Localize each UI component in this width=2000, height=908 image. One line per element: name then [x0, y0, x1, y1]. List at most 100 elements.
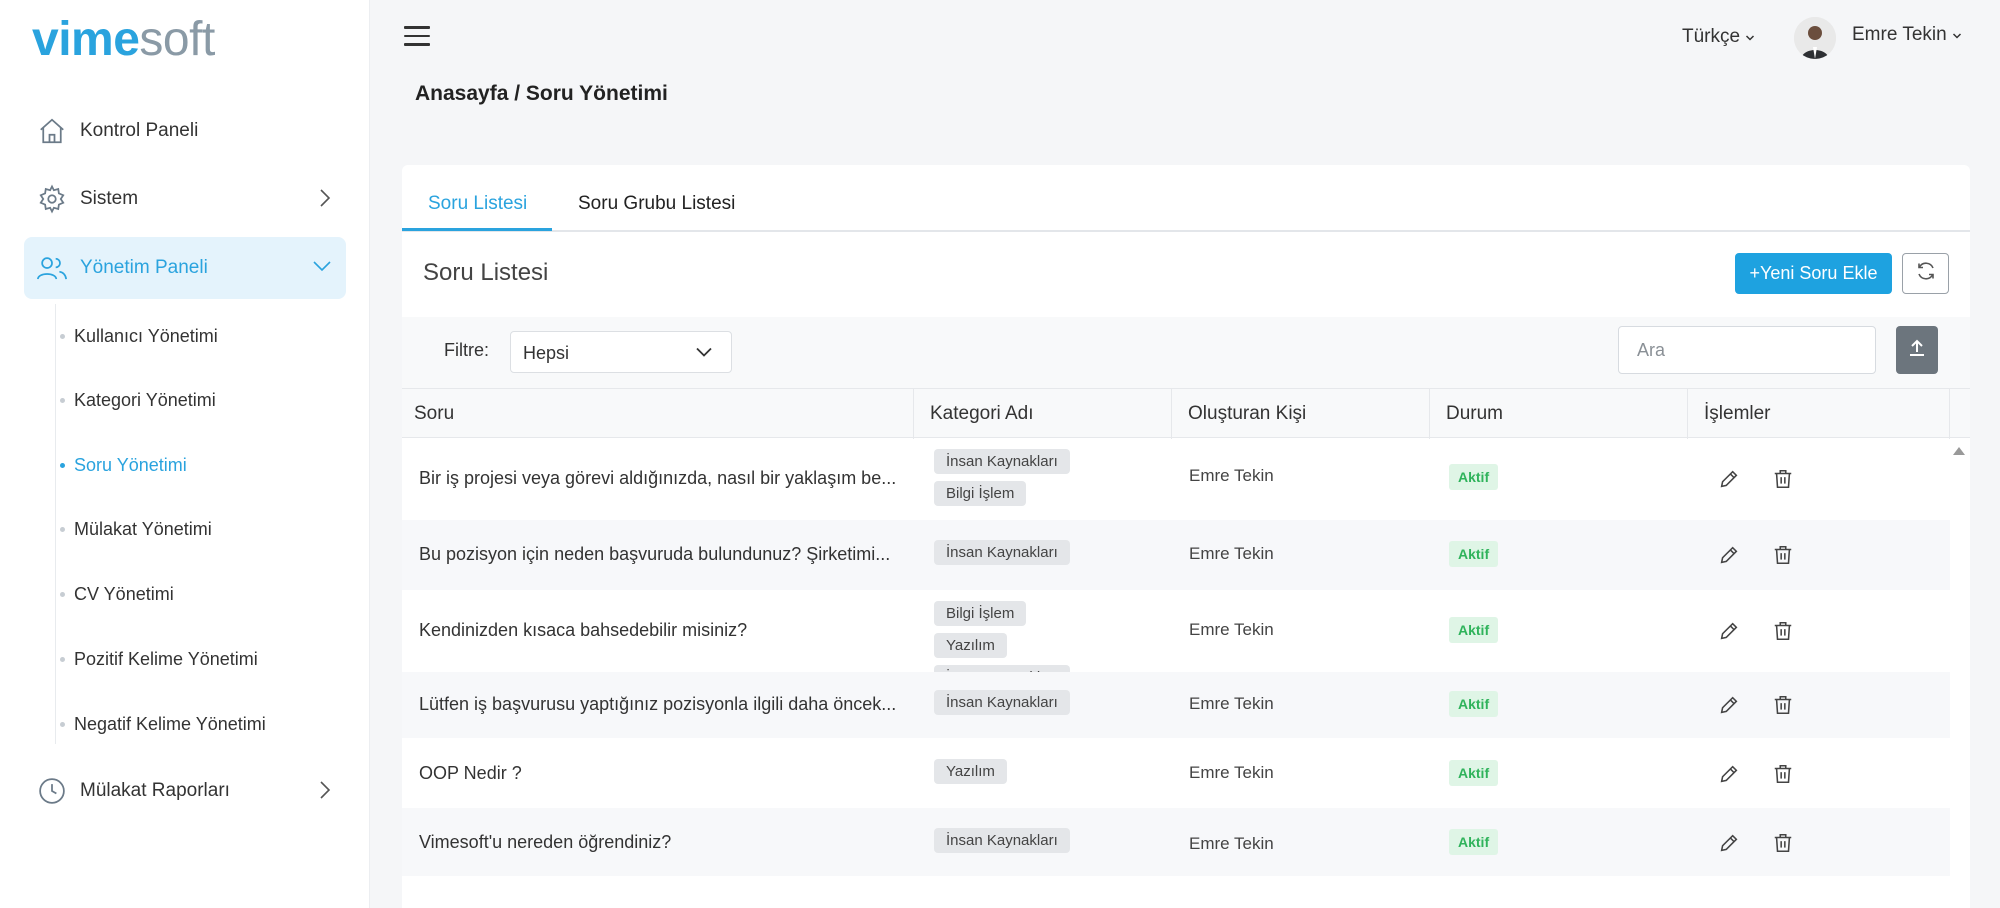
author-name: Emre Tekin — [1189, 466, 1274, 485]
subitem-label: Kullanıcı Yönetimi — [74, 325, 218, 346]
page-title: Soru Listesi — [423, 259, 549, 286]
tab-soru-grubu-listesi[interactable]: Soru Grubu Listesi — [578, 193, 735, 215]
question-text: Bu pozisyon için neden başvuruda bulundu… — [419, 544, 891, 564]
sidebar-item-mulakat-raporlari[interactable]: Mülakat Raporları — [24, 760, 346, 822]
add-question-button[interactable]: +Yeni Soru Ekle — [1735, 253, 1892, 294]
refresh-button[interactable] — [1902, 253, 1949, 294]
home-icon — [36, 115, 68, 147]
submenu-guide-line — [55, 304, 56, 744]
subitem-label: Negatif Kelime Yönetimi — [74, 713, 266, 734]
status-badge: Aktif — [1449, 617, 1499, 643]
clock-icon — [36, 775, 68, 807]
author-name: Emre Tekin — [1189, 834, 1274, 853]
author-name: Emre Tekin — [1189, 544, 1274, 563]
status-badge: Aktif — [1449, 760, 1499, 786]
trash-icon[interactable] — [1770, 466, 1796, 492]
logo-part-1: vime — [32, 13, 140, 66]
column-header-kategori[interactable]: Kategori Adı — [914, 389, 1172, 439]
question-card: Soru Listesi Soru Grubu Listesi Soru Lis… — [402, 165, 1970, 908]
sidebar-subitem-negatif-kelime[interactable]: Negatif Kelime Yönetimi — [60, 706, 266, 742]
chevron-down-icon — [695, 345, 713, 364]
trash-icon[interactable] — [1770, 542, 1796, 568]
table-row: OOP Nedir ? Yazılım Emre Tekin Aktif — [402, 738, 1950, 808]
question-text: Lütfen iş başvurusu yaptığınız pozisyonl… — [419, 694, 897, 714]
trash-icon[interactable] — [1770, 692, 1796, 718]
category-chips: İnsan Kaynakları — [934, 540, 1104, 565]
upload-icon — [1908, 338, 1926, 363]
gear-icon — [36, 183, 68, 215]
filter-bar: Filtre: Hepsi — [402, 317, 1970, 393]
users-icon — [36, 252, 68, 284]
bullet-icon — [60, 656, 65, 662]
category-chip: İnsan Kaynakları — [934, 690, 1070, 715]
sidebar-item-label: Mülakat Raporları — [80, 780, 230, 801]
status-badge: Aktif — [1449, 691, 1499, 717]
author-name: Emre Tekin — [1189, 620, 1274, 639]
menu-toggle-icon[interactable] — [404, 26, 430, 48]
sidebar-subitem-pozitif-kelime[interactable]: Pozitif Kelime Yönetimi — [60, 641, 258, 677]
active-tab-indicator — [402, 228, 552, 231]
column-header-olusturan[interactable]: Oluşturan Kişi — [1172, 389, 1430, 439]
refresh-icon — [1914, 259, 1938, 288]
sidebar-item-label: Sistem — [80, 188, 139, 209]
bullet-icon — [60, 462, 65, 468]
sidebar-item-yonetim-paneli[interactable]: Yönetim Paneli — [24, 237, 346, 299]
category-chip: İnsan Kaynakları — [934, 828, 1070, 853]
sidebar-subitem-kullanici-yonetimi[interactable]: Kullanıcı Yönetimi — [60, 318, 218, 354]
category-chip: Bilgi İşlem — [934, 601, 1027, 626]
trash-icon[interactable] — [1770, 830, 1796, 856]
subitem-label: CV Yönetimi — [74, 583, 174, 604]
bullet-icon — [60, 591, 65, 597]
category-chips: Yazılım — [934, 759, 1104, 784]
sidebar-item-kontrol-paneli[interactable]: Kontrol Paneli — [24, 100, 346, 162]
language-selector[interactable]: Türkçe — [1682, 26, 1755, 48]
chevron-down-icon — [1952, 24, 1962, 45]
sidebar-subitem-cv-yonetimi[interactable]: CV Yönetimi — [60, 576, 174, 612]
edit-icon[interactable] — [1716, 542, 1742, 568]
column-header-soru[interactable]: Soru — [402, 389, 914, 439]
avatar[interactable] — [1794, 17, 1836, 59]
subitem-label: Soru Yönetimi — [74, 454, 187, 475]
filter-value: Hepsi — [523, 343, 570, 363]
question-text: Kendinizden kısaca bahsedebilir misiniz? — [419, 620, 748, 640]
subitem-label: Pozitif Kelime Yönetimi — [74, 648, 258, 669]
trash-icon[interactable] — [1770, 761, 1796, 787]
column-header-durum[interactable]: Durum — [1430, 389, 1688, 439]
status-badge: Aktif — [1449, 541, 1499, 567]
table-row: Lütfen iş başvurusu yaptığınız pozisyonl… — [402, 672, 1950, 738]
language-label: Türkçe — [1682, 26, 1741, 47]
subitem-label: Mülakat Yönetimi — [74, 518, 212, 539]
sidebar-item-label: Yönetim Paneli — [80, 257, 208, 278]
column-header-islemler: İşlemler — [1688, 389, 1950, 439]
question-text: OOP Nedir ? — [419, 763, 522, 783]
question-text: Bir iş projesi veya görevi aldığınızda, … — [419, 468, 897, 488]
bullet-icon — [60, 333, 65, 339]
edit-icon[interactable] — [1716, 692, 1742, 718]
table-row: Bir iş projesi veya görevi aldığınızda, … — [402, 438, 1950, 520]
sidebar-subitem-soru-yonetimi[interactable]: Soru Yönetimi — [60, 447, 187, 483]
bullet-icon — [60, 397, 65, 403]
scroll-up-arrow[interactable] — [1953, 447, 1965, 455]
edit-icon[interactable] — [1716, 830, 1742, 856]
edit-icon[interactable] — [1716, 761, 1742, 787]
filter-select[interactable]: Hepsi — [510, 331, 732, 373]
status-badge: Aktif — [1449, 829, 1499, 855]
chevron-down-icon — [312, 259, 332, 278]
sidebar-item-sistem[interactable]: Sistem — [24, 168, 346, 230]
filter-label: Filtre: — [444, 340, 489, 360]
edit-icon[interactable] — [1716, 618, 1742, 644]
chevron-right-icon — [318, 188, 332, 213]
subitem-label: Kategori Yönetimi — [74, 389, 216, 410]
upload-button[interactable] — [1896, 326, 1938, 374]
tab-soru-listesi[interactable]: Soru Listesi — [428, 193, 527, 215]
trash-icon[interactable] — [1770, 618, 1796, 644]
sidebar-subitem-mulakat-yonetimi[interactable]: Mülakat Yönetimi — [60, 511, 212, 547]
user-menu[interactable]: Emre Tekin — [1852, 24, 1962, 46]
table-header: Soru Kategori Adı Oluşturan Kişi Durum İ… — [402, 388, 1970, 439]
sidebar-subitem-kategori-yonetimi[interactable]: Kategori Yönetimi — [60, 382, 216, 418]
edit-icon[interactable] — [1716, 466, 1742, 492]
category-chips: İnsan Kaynakları — [934, 690, 1104, 715]
search-input[interactable] — [1618, 326, 1876, 374]
user-name: Emre Tekin — [1852, 24, 1947, 45]
question-text: Vimesoft'u nereden öğrendiniz? — [419, 832, 672, 852]
